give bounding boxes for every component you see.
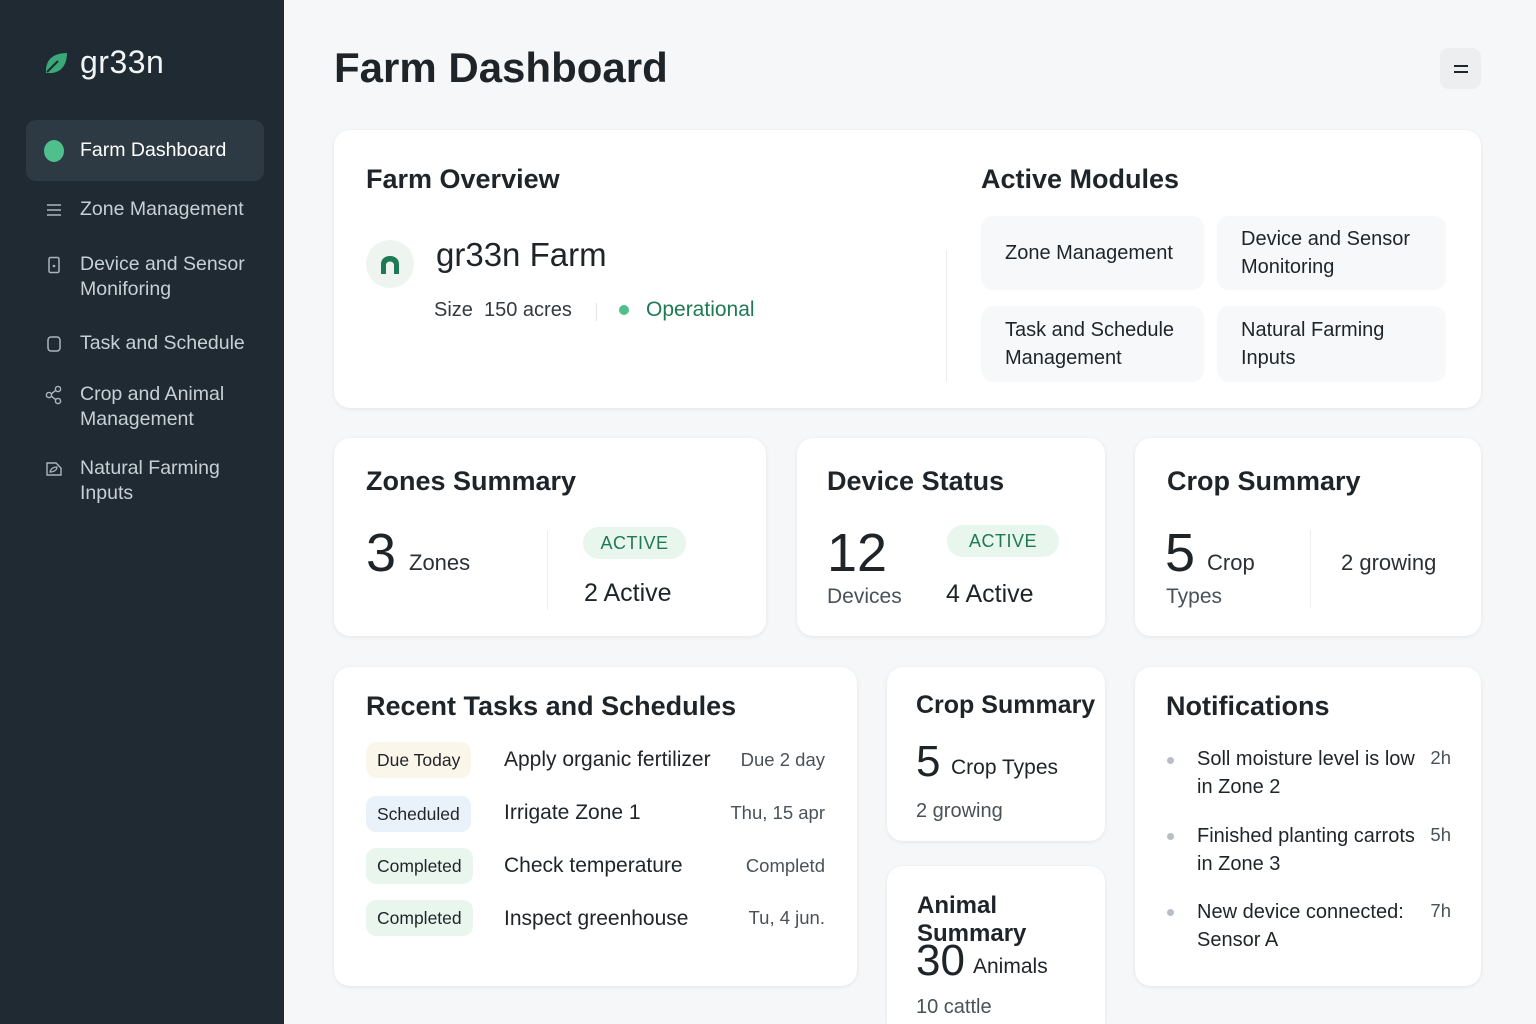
sidebar-item-natural-farming[interactable]: Natural Farming Inputs: [26, 456, 264, 506]
crop-unit-types: Types: [1166, 585, 1223, 608]
notification-text: New device connected: Sensor A: [1197, 901, 1404, 951]
page-title: Farm Dashboard: [334, 44, 668, 91]
status-dot-icon: [619, 305, 629, 315]
crop-growing: 2 growing: [1341, 550, 1437, 575]
bullet-icon: [1167, 909, 1174, 916]
sidebar-item-label: Crop and Animal Management: [80, 383, 225, 430]
notifications-title: Notifications: [1166, 691, 1330, 721]
crop-small-growing: 2 growing: [916, 800, 1003, 822]
crop-summary-card: Crop Summary 5 Crop Types 2 growing: [1135, 438, 1481, 636]
task-date: Completd: [745, 855, 825, 876]
farm-logo-icon: [366, 240, 414, 288]
status-badge: ACTIVE: [947, 525, 1059, 557]
leaf-tag-icon: [44, 459, 64, 479]
module-zone-management[interactable]: Zone Management: [981, 216, 1204, 290]
animal-unit: Animals: [973, 955, 1048, 978]
status-badge: ACTIVE: [583, 527, 686, 559]
crop-count: 5: [1165, 523, 1196, 583]
sidebar-item-label: Device and Sensor Moniforing: [80, 253, 245, 300]
status-badge: Scheduled: [366, 796, 471, 832]
task-name: Check temperature: [504, 854, 683, 877]
leaf-logo-icon: [45, 52, 67, 73]
sidebar-item-label: Farm Dashboard: [80, 139, 227, 161]
farm-size-value: 150 acres: [484, 299, 572, 321]
active-dot-icon: [44, 139, 64, 162]
sidebar-item-crop-animal[interactable]: Crop and Animal Management: [26, 382, 264, 432]
module-natural-farming[interactable]: Natural Farming Inputs: [1217, 306, 1446, 382]
divider: [596, 303, 597, 321]
farm-size-label: Size: [434, 299, 473, 321]
task-name: Inspect greenhouse: [504, 907, 689, 930]
device-status-title: Device Status: [827, 466, 1005, 496]
device-status-card: Device Status 12 Devices ACTIVE 4 Active: [797, 438, 1105, 636]
module-task-schedule[interactable]: Task and Schedule Management: [981, 306, 1204, 382]
module-device-sensor[interactable]: Device and Sensor Monitoring: [1217, 216, 1446, 290]
animal-detail: 10 cattle: [916, 996, 992, 1018]
divider: [1310, 530, 1311, 608]
status-badge: Due Today: [366, 742, 472, 778]
menu-button[interactable]: [1440, 48, 1481, 89]
task-date: Thu, 15 apr: [730, 802, 825, 823]
sidebar-item-farm-dashboard[interactable]: Farm Dashboard: [26, 120, 264, 181]
devices-count: 12: [827, 523, 888, 583]
zones-active: 2 Active: [584, 579, 672, 607]
divider: [547, 530, 548, 610]
status-badge: Completed: [366, 848, 473, 884]
sidebar-item-zone-management[interactable]: Zone Management: [26, 197, 264, 222]
farm-overview-card: Farm Overview gr33n Farm Size 150 acres …: [334, 130, 1481, 408]
farm-name: gr33n Farm: [436, 236, 607, 273]
brand[interactable]: gr33n: [42, 44, 164, 81]
share-nodes-icon: [44, 385, 64, 405]
recent-tasks-card: Recent Tasks and Schedules Due Today App…: [334, 667, 857, 986]
notification-time: 7h: [1430, 900, 1451, 921]
sidebar-item-label: Task and Schedule: [80, 332, 245, 354]
calendar-icon: [44, 334, 64, 354]
animal-summary-card: Animal Summary 30 Animals 10 cattle: [887, 866, 1105, 1024]
status-badge: Completed: [366, 900, 473, 936]
menu-icon: [1453, 64, 1468, 73]
recent-tasks-title: Recent Tasks and Schedules: [366, 691, 737, 721]
zones-count: 3: [366, 523, 397, 583]
sidebar-item-device-sensor[interactable]: Device and Sensor Moniforing: [26, 252, 264, 302]
farm-status: Operational: [646, 298, 755, 321]
farm-overview-title: Farm Overview: [366, 164, 560, 194]
devices-active: 4 Active: [946, 580, 1034, 608]
sidebar: gr33n Farm Dashboard Zone Management Dev…: [0, 0, 284, 1024]
crop-unit: Crop: [1207, 550, 1255, 575]
zones-summary-card: Zones Summary 3 Zones ACTIVE 2 Active: [334, 438, 766, 636]
sidebar-item-label: Natural Farming Inputs: [80, 457, 220, 504]
task-date: Due 2 day: [740, 749, 825, 770]
notification-time: 2h: [1430, 747, 1451, 768]
crop-summary-small-card: Crop Summary 5 Crop Types 2 growing: [887, 667, 1105, 841]
crop-small-unit: Crop Types: [951, 756, 1058, 779]
crop-summary-title: Crop Summary: [1167, 466, 1361, 496]
animal-count: 30: [916, 936, 965, 985]
task-name: Apply organic fertilizer: [504, 748, 711, 771]
zones-summary-title: Zones Summary: [366, 466, 577, 496]
crop-summary-small-title: Crop Summary: [916, 691, 1096, 719]
task-date: Tu, 4 jun.: [748, 907, 825, 928]
devices-unit: Devices: [827, 585, 902, 608]
list-icon: [44, 200, 64, 220]
notification-text: Soll moisture level is low in Zone 2: [1197, 748, 1415, 798]
sidebar-item-task-schedule[interactable]: Task and Schedule: [26, 331, 264, 356]
task-name: Irrigate Zone 1: [504, 801, 641, 824]
bullet-icon: [1167, 833, 1174, 840]
notifications-card: Notifications Soll moisture level is low…: [1135, 667, 1481, 986]
divider: [946, 250, 947, 382]
notification-text: Finished planting carrots in Zone 3: [1197, 825, 1415, 875]
notification-time: 5h: [1430, 824, 1451, 845]
sidebar-item-label: Zone Management: [80, 198, 244, 220]
device-icon: [44, 255, 64, 275]
active-modules-title: Active Modules: [981, 164, 1180, 194]
zones-unit: Zones: [409, 550, 471, 575]
bullet-icon: [1167, 757, 1174, 764]
crop-small-count: 5: [916, 737, 941, 786]
brand-name: gr33n: [80, 44, 165, 80]
